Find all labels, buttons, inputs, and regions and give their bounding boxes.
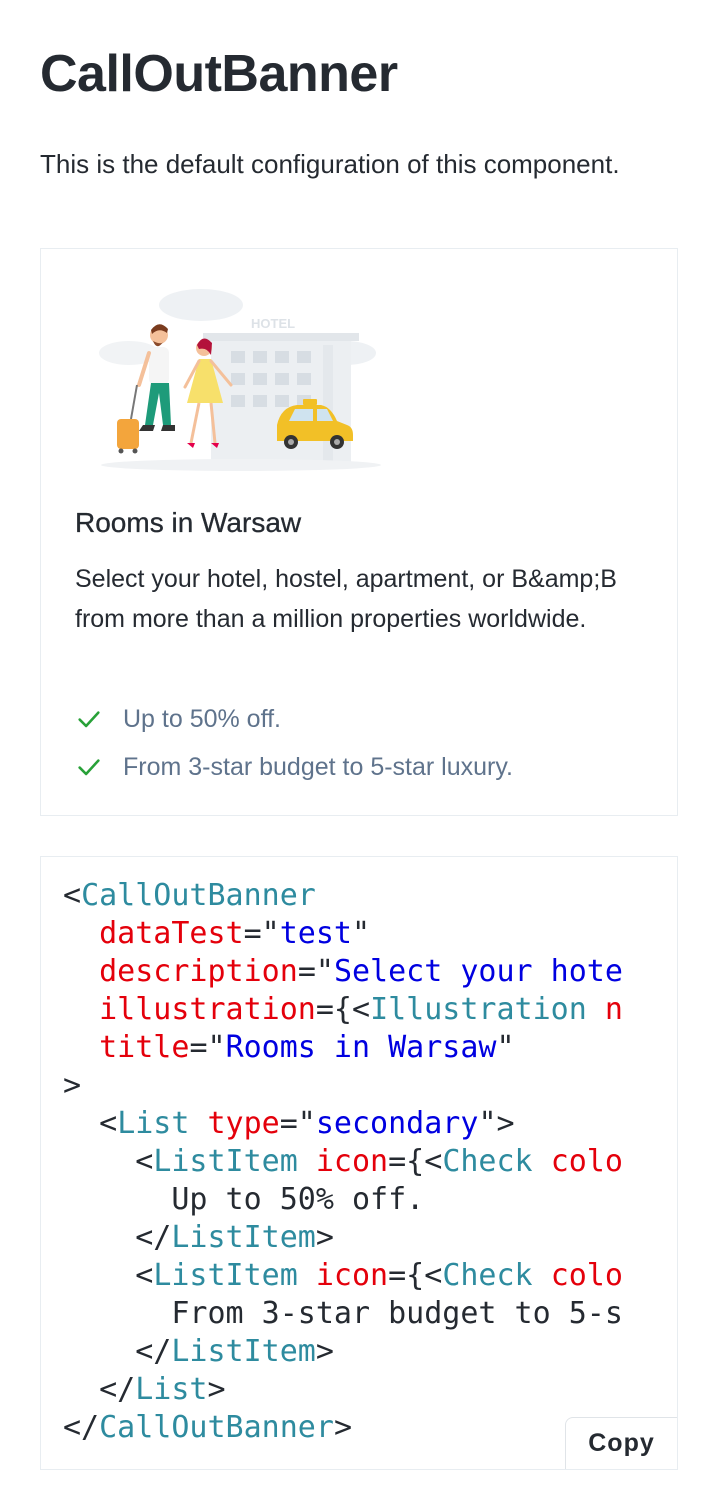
- code-token-punc: >: [315, 1334, 334, 1369]
- code-token-attr: description: [99, 954, 298, 989]
- code-token-punc: ": [496, 1030, 515, 1065]
- code-token-str: Rooms in Warsaw: [225, 1030, 497, 1065]
- list-item-text: Up to 50% off.: [123, 704, 281, 733]
- code-token-tag: CallOutBanner: [81, 878, 316, 913]
- code-line: >: [63, 1067, 623, 1105]
- code-token-punc: =": [189, 1030, 226, 1065]
- code-token-punc: </: [63, 1372, 136, 1407]
- code-token-attr: illustration: [99, 992, 316, 1027]
- benefits-list: Up to 50% off. From 3-star budget to 5-s…: [75, 695, 513, 791]
- code-token-punc: <: [63, 878, 82, 913]
- list-item: Up to 50% off.: [75, 695, 513, 743]
- code-token-punc: </: [63, 1334, 172, 1369]
- code-token-attr: dataTest: [99, 916, 244, 951]
- code-token-punc: [63, 916, 99, 951]
- code-line: <ListItem icon={<Check colo: [63, 1257, 623, 1295]
- code-line: description="Select your hote: [63, 953, 623, 991]
- code-token-punc: ={<: [388, 1144, 443, 1179]
- code-token-punc: >: [63, 1068, 82, 1103]
- code-token-punc: [63, 1030, 99, 1065]
- code-line: Up to 50% off.: [63, 1181, 623, 1219]
- code-token-tag: ListItem: [153, 1258, 316, 1293]
- code-token-tag: CallOutBanner: [99, 1410, 334, 1445]
- check-icon: [78, 711, 100, 728]
- hotel-sign: HOTEL: [251, 316, 295, 331]
- code-token-attr: n: [604, 992, 623, 1027]
- code-token-tag: ListItem: [171, 1220, 316, 1255]
- code-line: </List>: [63, 1371, 623, 1409]
- code-line: <CallOutBanner: [63, 877, 623, 915]
- code-line: From 3-star budget to 5-s: [63, 1295, 623, 1333]
- code-token-str: test: [279, 916, 352, 951]
- code-token-punc: >: [207, 1372, 226, 1407]
- code-token-punc: [63, 954, 99, 989]
- code-token-tag: Check: [442, 1144, 551, 1179]
- check-icon: [78, 759, 100, 776]
- page-description: This is the default configuration of thi…: [40, 149, 620, 179]
- code-token-str: secondary: [315, 1106, 479, 1141]
- code-token-attr: colo: [550, 1144, 623, 1179]
- code-token-punc: <: [63, 1144, 154, 1179]
- code-token-tag: ListItem: [171, 1334, 316, 1369]
- code-token-punc: Up to 50% off.: [63, 1182, 425, 1217]
- code-token-punc: >: [333, 1410, 352, 1445]
- code-token-tag: ListItem: [153, 1144, 316, 1179]
- code-token-punc: =": [279, 1106, 316, 1141]
- code-line: <List type="secondary">: [63, 1105, 623, 1143]
- code-line: </CallOutBanner>: [63, 1409, 623, 1447]
- code-token-punc: ">: [478, 1106, 515, 1141]
- code-token-tag: Illustration: [370, 992, 605, 1027]
- code-token-tag: Check: [442, 1258, 551, 1293]
- list-item-text: From 3-star budget to 5-star luxury.: [123, 752, 513, 781]
- code-token-punc: ={<: [388, 1258, 443, 1293]
- page-title: CallOutBanner: [40, 45, 398, 103]
- code-token-punc: ={<: [315, 992, 371, 1027]
- code-token-punc: </: [63, 1410, 100, 1445]
- code-token-punc: <: [63, 1258, 154, 1293]
- code-token-tag: List: [135, 1372, 208, 1407]
- code-token-attr: icon: [315, 1144, 389, 1179]
- code-token-punc: =": [297, 954, 334, 989]
- banner-title: Rooms in Warsaw: [75, 507, 302, 538]
- code-line: title="Rooms in Warsaw": [63, 1029, 623, 1067]
- code-token-attr: icon: [315, 1258, 389, 1293]
- code-token-str: Select your hote: [333, 954, 623, 989]
- code-token-attr: colo: [550, 1258, 623, 1293]
- component-preview: HOTEL Rooms in Warsaw Select your hotel,…: [40, 248, 678, 816]
- code-token-punc: [63, 992, 99, 1027]
- code-token-tag: List: [117, 1106, 208, 1141]
- list-item: From 3-star budget to 5-star luxury.: [75, 743, 513, 791]
- code-line: </ListItem>: [63, 1333, 623, 1371]
- code-token-punc: <: [63, 1106, 118, 1141]
- banner-description: Select your hotel, hostel, apartment, or…: [75, 565, 617, 633]
- code-block[interactable]: <CallOutBanner dataTest="test" descripti…: [63, 877, 623, 1447]
- code-line: dataTest="test": [63, 915, 623, 953]
- code-token-punc: >: [315, 1220, 334, 1255]
- code-token-punc: </: [63, 1220, 172, 1255]
- code-token-punc: ": [352, 916, 371, 951]
- copy-button[interactable]: Copy: [565, 1417, 677, 1469]
- code-token-punc: From 3-star budget to 5-s: [63, 1296, 623, 1331]
- code-token-punc: =": [243, 916, 280, 951]
- code-token-attr: type: [207, 1106, 280, 1141]
- code-line: illustration={<Illustration n: [63, 991, 623, 1029]
- code-example[interactable]: <CallOutBanner dataTest="test" descripti…: [40, 856, 678, 1470]
- code-token-attr: title: [99, 1030, 190, 1065]
- code-line: </ListItem>: [63, 1219, 623, 1257]
- code-line: <ListItem icon={<Check colo: [63, 1143, 623, 1181]
- hotel-illustration: HOTEL: [99, 289, 381, 471]
